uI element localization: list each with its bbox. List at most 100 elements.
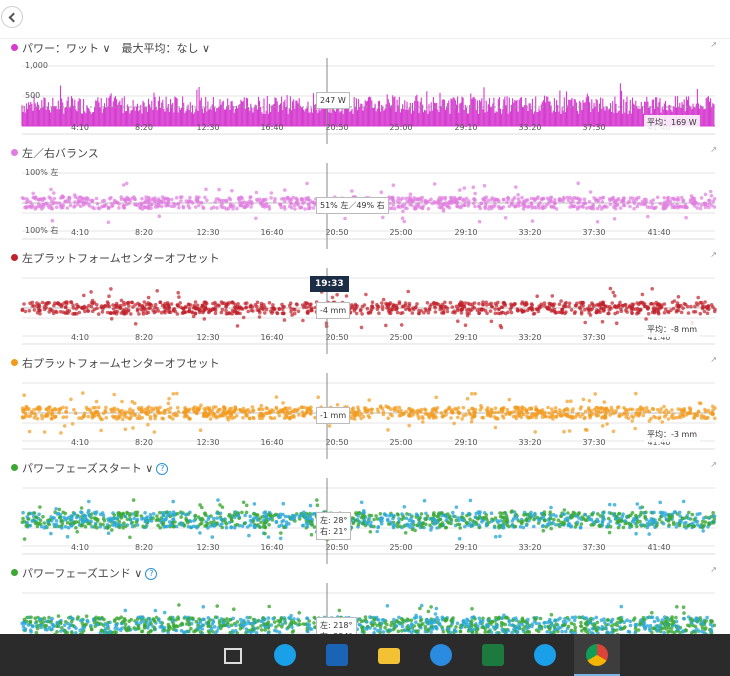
data-point — [547, 411, 551, 415]
data-point — [280, 197, 284, 201]
data-point — [264, 197, 268, 202]
data-point — [224, 522, 229, 526]
data-point — [403, 303, 408, 308]
data-point — [573, 525, 578, 529]
data-point — [21, 516, 25, 521]
data-point — [516, 197, 521, 201]
data-point — [642, 511, 647, 515]
data-point — [65, 301, 69, 306]
data-point — [151, 308, 155, 313]
panel-title[interactable]: パワーフェーズスタート ∨? — [11, 460, 169, 476]
tooltip-value: 右: 21° — [320, 527, 348, 536]
data-point — [707, 307, 711, 311]
data-point — [399, 323, 404, 327]
data-point — [119, 311, 124, 315]
data-point — [681, 408, 685, 413]
help-icon[interactable]: ? — [145, 568, 158, 580]
data-point — [230, 308, 235, 313]
data-point — [552, 517, 556, 522]
data-point — [484, 300, 489, 305]
data-point — [204, 187, 208, 192]
data-point — [681, 499, 686, 504]
data-point — [701, 529, 705, 533]
data-point — [554, 207, 559, 211]
data-point — [237, 198, 242, 202]
data-point — [618, 206, 623, 210]
panel-title[interactable]: パワー：ワット ∨ 最大平均：なし ∨ — [11, 40, 210, 56]
data-point — [87, 508, 91, 513]
data-point — [106, 220, 111, 225]
data-point — [206, 526, 210, 530]
data-point — [81, 514, 86, 518]
data-point — [669, 414, 674, 419]
data-point — [65, 534, 70, 539]
data-point — [682, 302, 687, 306]
data-point — [131, 426, 135, 430]
data-point — [549, 526, 553, 531]
data-point — [702, 305, 706, 309]
data-point — [70, 422, 75, 426]
data-point — [236, 302, 240, 306]
x-tick-label: 16:40 — [260, 543, 283, 552]
data-point — [89, 411, 94, 416]
max-average-dropdown[interactable]: 最大平均：なし ∨ — [111, 42, 211, 55]
data-point — [99, 428, 103, 433]
data-point — [408, 525, 412, 529]
data-point — [628, 407, 633, 411]
chart-power[interactable]: 1,000 500 4:10 8:20 12:30 16:40 20:50 25:00 29:1… — [0, 58, 730, 144]
chevron-down-icon[interactable]: ∨ — [131, 567, 142, 580]
data-point — [83, 309, 87, 314]
chart-phase_start[interactable]: 4:10 8:20 12:30 16:40 20:50 25:00 29:10 33:20 37… — [0, 478, 730, 564]
panel-title[interactable]: パワーフェーズエンド ∨? — [11, 565, 158, 581]
data-point — [377, 311, 381, 315]
data-point — [247, 416, 252, 421]
data-point — [431, 414, 436, 419]
data-point — [386, 405, 390, 410]
data-point — [613, 411, 617, 415]
data-point — [627, 199, 632, 203]
data-point — [119, 298, 124, 303]
chevron-down-icon[interactable]: ∨ — [99, 42, 110, 55]
chevron-down-icon[interactable]: ∨ — [142, 462, 153, 475]
data-point — [35, 416, 40, 421]
data-point — [494, 534, 498, 539]
data-point — [306, 521, 310, 526]
data-point — [391, 183, 396, 187]
data-point — [530, 219, 535, 223]
data-point — [637, 407, 642, 411]
expand-icon[interactable]: ↗ — [710, 40, 717, 49]
expand-icon[interactable]: ↗ — [710, 250, 717, 259]
expand-icon[interactable]: ↗ — [710, 355, 717, 364]
expand-icon[interactable]: ↗ — [710, 565, 717, 574]
data-point — [109, 311, 113, 315]
data-point — [463, 323, 468, 327]
panel-title[interactable]: 左プラットフォームセンターオフセット — [11, 250, 220, 266]
data-point — [243, 205, 247, 209]
data-point — [79, 523, 84, 528]
data-point — [496, 311, 501, 316]
data-point — [600, 319, 605, 324]
data-point — [681, 306, 685, 310]
panel-title[interactable]: 左／右バランス — [11, 145, 99, 161]
data-point — [27, 429, 32, 434]
data-point — [493, 425, 498, 430]
data-point — [90, 205, 95, 210]
help-icon[interactable]: ? — [156, 463, 169, 475]
panel-title[interactable]: 右プラットフォームセンターオフセット — [11, 355, 220, 371]
data-point — [661, 521, 666, 526]
data-point — [175, 511, 180, 516]
back-button[interactable] — [1, 6, 23, 28]
chart-lpco[interactable]: 4:10 8:20 12:30 16:40 20:50 25:00 29:10 33:20 37… — [0, 268, 730, 354]
data-point — [149, 202, 154, 206]
data-point — [306, 195, 311, 200]
data-point — [244, 503, 249, 508]
data-point — [31, 204, 35, 209]
data-point — [82, 293, 86, 298]
expand-icon[interactable]: ↗ — [710, 460, 717, 469]
data-point — [66, 525, 71, 530]
data-point — [32, 304, 36, 308]
data-point — [405, 199, 410, 204]
chart-rpco[interactable]: 4:10 8:20 12:30 16:40 20:50 25:00 29:10 33:20 37… — [0, 373, 730, 459]
expand-icon[interactable]: ↗ — [710, 145, 717, 154]
data-point — [478, 510, 482, 514]
